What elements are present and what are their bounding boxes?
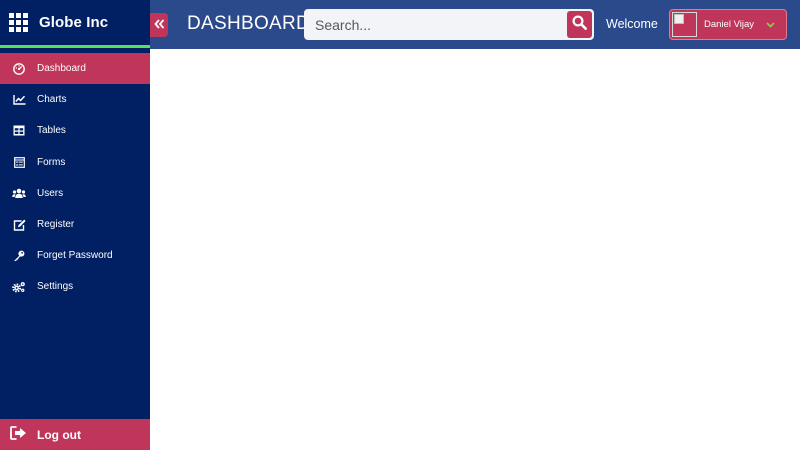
logout-button[interactable]: Log out: [0, 419, 150, 450]
sidebar-nav: Dashboard Charts Tables Forms Users Regi…: [0, 53, 150, 303]
table-icon: [12, 124, 26, 138]
logout-label: Log out: [37, 427, 81, 442]
sidebar-item-label: Forget Password: [37, 250, 113, 262]
sidebar: Globe Inc Dashboard Charts Tables Forms: [0, 0, 150, 450]
sidebar-item-register[interactable]: Register: [0, 209, 150, 240]
sidebar-item-label: Register: [37, 219, 75, 231]
sidebar-item-forms[interactable]: Forms: [0, 147, 150, 178]
main-content: [150, 49, 800, 450]
collapse-sidebar-button[interactable]: [150, 13, 168, 37]
sidebar-item-forget-password[interactable]: Forget Password: [0, 240, 150, 271]
avatar: [672, 12, 697, 37]
sidebar-item-label: Dashboard: [37, 63, 86, 75]
user-name: Daniel Vijay: [704, 19, 754, 30]
apps-grid-icon[interactable]: [9, 12, 29, 33]
sidebar-item-tables[interactable]: Tables: [0, 115, 150, 146]
brand: Globe Inc: [0, 0, 150, 48]
sidebar-item-users[interactable]: Users: [0, 178, 150, 209]
sidebar-item-charts[interactable]: Charts: [0, 84, 150, 115]
user-menu[interactable]: Daniel Vijay: [669, 9, 787, 40]
search-box: [304, 9, 594, 40]
search-button[interactable]: [567, 11, 592, 38]
users-icon: [12, 186, 26, 200]
welcome-text: Welcome: [606, 17, 658, 31]
form-icon: [12, 155, 26, 169]
double-chevron-left-icon: [153, 16, 165, 34]
sidebar-item-label: Users: [37, 187, 64, 199]
search-input[interactable]: [304, 9, 564, 40]
chart-line-icon: [12, 93, 26, 107]
edit-icon: [12, 218, 26, 232]
brand-name: Globe Inc: [39, 14, 109, 31]
sidebar-item-label: Settings: [37, 281, 74, 293]
sidebar-item-label: Tables: [37, 125, 66, 137]
sidebar-item-settings[interactable]: Settings: [0, 271, 150, 302]
sidebar-item-label: Charts: [37, 94, 67, 106]
key-icon: [12, 249, 26, 263]
page-title: DASHBOARD: [187, 13, 311, 34]
search-icon: [572, 14, 587, 35]
chevron-down-icon: [766, 21, 775, 28]
sidebar-item-dashboard[interactable]: Dashboard: [0, 53, 150, 85]
cogs-icon: [12, 280, 26, 294]
sidebar-item-label: Forms: [37, 156, 66, 168]
dashboard-icon: [12, 62, 26, 76]
sign-out-icon: [10, 426, 27, 443]
top-header: DASHBOARD Welcome Daniel Vijay: [150, 0, 800, 49]
